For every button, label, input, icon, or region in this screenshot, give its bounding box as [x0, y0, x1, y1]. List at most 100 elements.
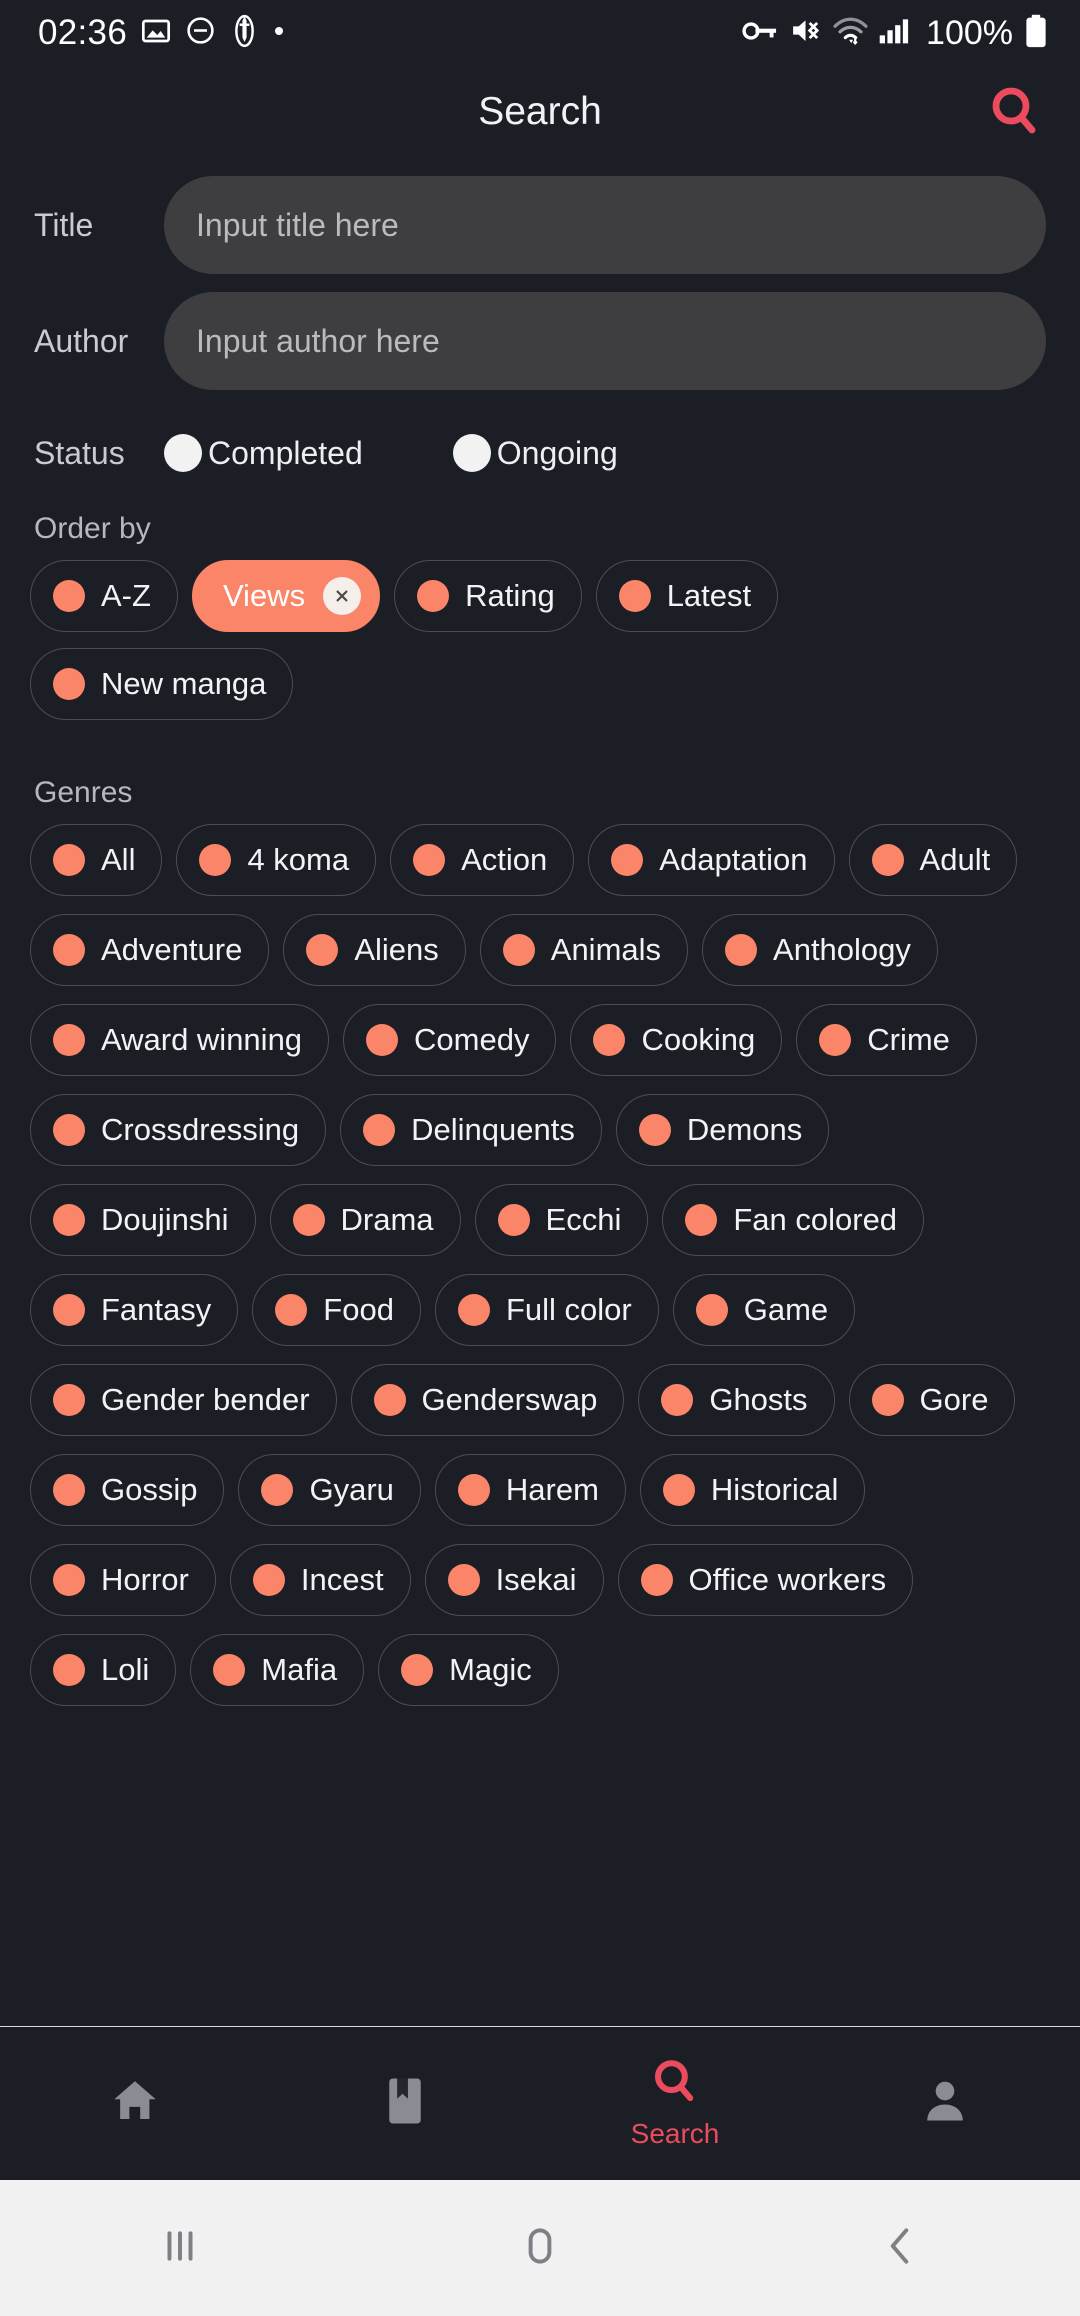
chip-dot-icon: [53, 844, 85, 876]
genre-chip-ghosts[interactable]: Ghosts: [638, 1364, 835, 1436]
genre-chip-incest[interactable]: Incest: [229, 1544, 411, 1616]
chip-dot-icon: [306, 934, 339, 966]
genre-chip-comedy[interactable]: Comedy: [343, 1004, 557, 1076]
genre-chip-action[interactable]: Action: [390, 824, 575, 896]
genre-chip-anthology[interactable]: Anthology: [702, 914, 938, 986]
nav-item-search[interactable]: Search: [540, 2027, 810, 2180]
chip-dot-icon: [53, 1114, 85, 1146]
status-option-label: Ongoing: [496, 434, 618, 471]
genre-chip-award-winning[interactable]: Award winning: [30, 1004, 330, 1076]
mute-vibrate-icon: [789, 15, 822, 51]
status-option-completed[interactable]: Completed: [164, 434, 363, 472]
battery-percent-label: 100%: [926, 13, 1013, 52]
genre-chip-crime[interactable]: Crime: [796, 1004, 977, 1076]
genre-chip-ecchi[interactable]: Ecchi: [474, 1184, 649, 1256]
title-input[interactable]: [164, 176, 1046, 274]
chip-dot-icon: [685, 1204, 718, 1236]
chip-label: Ghosts: [709, 1382, 808, 1417]
title-field-row: Title: [0, 176, 1080, 274]
chip-dot-icon: [261, 1474, 294, 1506]
chip-label: Cooking: [641, 1022, 756, 1057]
genre-chip-loli[interactable]: Loli: [30, 1634, 177, 1706]
genre-chip-fantasy[interactable]: Fantasy: [30, 1274, 239, 1346]
home-button[interactable]: [360, 2221, 720, 2276]
chip-dot-icon: [366, 1024, 399, 1056]
chip-dot-icon: [363, 1114, 396, 1146]
genre-chip-magic[interactable]: Magic: [378, 1634, 559, 1706]
nav-item-bookmark[interactable]: [270, 2027, 540, 2180]
genre-chip-delinquents[interactable]: Delinquents: [340, 1094, 602, 1166]
chip-label: Demons: [686, 1112, 803, 1147]
genre-chip-gyaru[interactable]: Gyaru: [238, 1454, 421, 1526]
recents-button[interactable]: [0, 2221, 360, 2276]
search-icon[interactable]: [980, 77, 1050, 147]
chip-dot-icon: [53, 1654, 85, 1686]
chip-label: Ecchi: [545, 1202, 622, 1237]
genre-chip-4-koma[interactable]: 4 koma: [176, 824, 377, 896]
page-header: Search: [0, 66, 1080, 158]
chip-dot-icon: [695, 1294, 728, 1326]
order-chip-new-manga[interactable]: New manga: [30, 648, 294, 720]
page-title: Search: [478, 90, 602, 133]
genre-chip-cooking[interactable]: Cooking: [570, 1004, 783, 1076]
genre-chip-animals[interactable]: Animals: [479, 914, 689, 986]
chip-label: Game: [743, 1292, 829, 1327]
genre-chip-adventure[interactable]: Adventure: [30, 914, 270, 986]
back-icon: [875, 2221, 925, 2276]
back-button[interactable]: [720, 2221, 1080, 2276]
genre-chip-office-workers[interactable]: Office workers: [617, 1544, 914, 1616]
nav-item-home[interactable]: [0, 2027, 270, 2180]
genre-chip-doujinshi[interactable]: Doujinshi: [30, 1184, 256, 1256]
chip-close-icon[interactable]: [323, 577, 362, 615]
chip-dot-icon: [53, 934, 85, 966]
genre-chip-historical[interactable]: Historical: [639, 1454, 866, 1526]
radio-dot-icon: [452, 434, 491, 472]
genre-chip-adaptation[interactable]: Adaptation: [588, 824, 835, 896]
chip-label: Award winning: [101, 1022, 303, 1057]
chip-label: Gyaru: [309, 1472, 394, 1507]
author-input[interactable]: [164, 292, 1046, 390]
genre-chip-crossdressing[interactable]: Crossdressing: [30, 1094, 327, 1166]
genre-chip-fan-colored[interactable]: Fan colored: [662, 1184, 925, 1256]
chip-label: Full color: [505, 1292, 632, 1327]
chip-label: Fan colored: [733, 1202, 898, 1237]
genre-chip-mafia[interactable]: Mafia: [190, 1634, 365, 1706]
chip-dot-icon: [53, 668, 85, 700]
genre-chip-isekai[interactable]: Isekai: [424, 1544, 604, 1616]
chip-label: Animals: [550, 932, 662, 967]
order-chip-rating[interactable]: Rating: [394, 560, 582, 632]
chip-label: Adult: [919, 842, 991, 877]
genre-chip-gender-bender[interactable]: Gender bender: [30, 1364, 337, 1436]
genre-chip-food[interactable]: Food: [252, 1274, 421, 1346]
status-bar-right: 100%: [742, 14, 1048, 53]
sword-person-icon: [229, 14, 260, 53]
home-icon: [515, 2221, 565, 2276]
status-option-ongoing[interactable]: Ongoing: [452, 434, 618, 472]
genre-chip-genderswap[interactable]: Genderswap: [350, 1364, 625, 1436]
chip-label: Adventure: [101, 932, 243, 967]
genre-chip-game[interactable]: Game: [672, 1274, 856, 1346]
genre-chip-gore[interactable]: Gore: [848, 1364, 1016, 1436]
genre-chip-aliens[interactable]: Aliens: [283, 914, 466, 986]
genre-chip-gossip[interactable]: Gossip: [30, 1454, 225, 1526]
genre-chip-adult[interactable]: Adult: [848, 824, 1018, 896]
genre-chip-harem[interactable]: Harem: [434, 1454, 626, 1526]
chip-label: Drama: [340, 1202, 434, 1237]
chip-label: Action: [461, 842, 548, 877]
order-chip-latest[interactable]: Latest: [595, 560, 779, 632]
genre-chip-drama[interactable]: Drama: [269, 1184, 461, 1256]
chip-dot-icon: [401, 1654, 434, 1686]
order-chip-a-z[interactable]: A-Z: [30, 560, 178, 632]
genre-chip-demons[interactable]: Demons: [615, 1094, 830, 1166]
chip-label: Gossip: [101, 1472, 198, 1507]
chip-dot-icon: [373, 1384, 406, 1416]
chip-label: Horror: [101, 1562, 189, 1597]
chip-label: Office workers: [688, 1562, 887, 1597]
genre-chip-full-color[interactable]: Full color: [434, 1274, 659, 1346]
genre-chip-horror[interactable]: Horror: [30, 1544, 216, 1616]
genre-chip-all[interactable]: All: [30, 824, 163, 896]
chip-dot-icon: [53, 1294, 85, 1326]
nav-item-profile[interactable]: [810, 2027, 1080, 2180]
order-chip-views[interactable]: Views: [191, 560, 381, 632]
status-bar: 02:36 100%: [0, 0, 1080, 66]
